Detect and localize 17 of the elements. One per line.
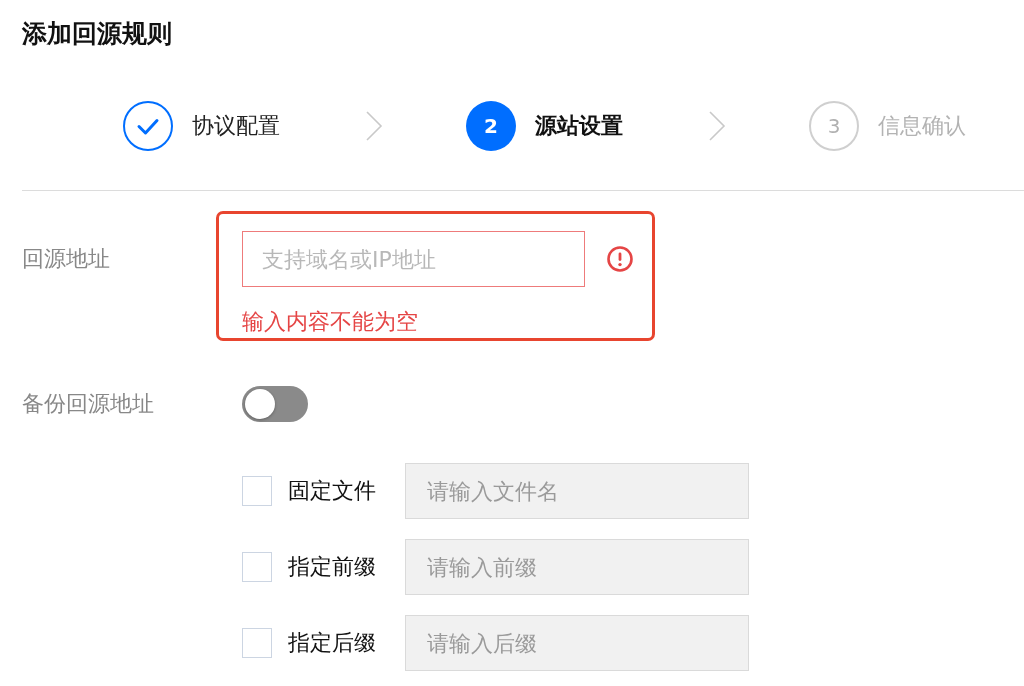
step-label: 信息确认	[878, 112, 966, 140]
field-label: 备份回源地址	[22, 390, 154, 418]
step-label: 协议配置	[192, 112, 280, 140]
chevron-right-icon	[365, 110, 383, 142]
page-title: 添加回源规则	[22, 18, 172, 50]
field-label: 回源地址	[22, 245, 110, 273]
chevron-right-icon	[708, 110, 726, 142]
input-field[interactable]: 支持域名或IP地址	[242, 231, 585, 287]
step-number: 2	[466, 101, 516, 151]
step-number: 3	[809, 101, 859, 151]
step-label: 源站设置	[535, 112, 623, 140]
toggle-switch[interactable]	[242, 386, 308, 422]
checkbox-label: 指定后缀	[288, 629, 377, 657]
checkbox-label: 指定前缀	[288, 553, 377, 581]
checkbox-label: 固定文件	[288, 477, 377, 505]
exclamation-circle-icon	[607, 246, 633, 272]
error-message: 输入内容不能为空	[242, 308, 418, 336]
